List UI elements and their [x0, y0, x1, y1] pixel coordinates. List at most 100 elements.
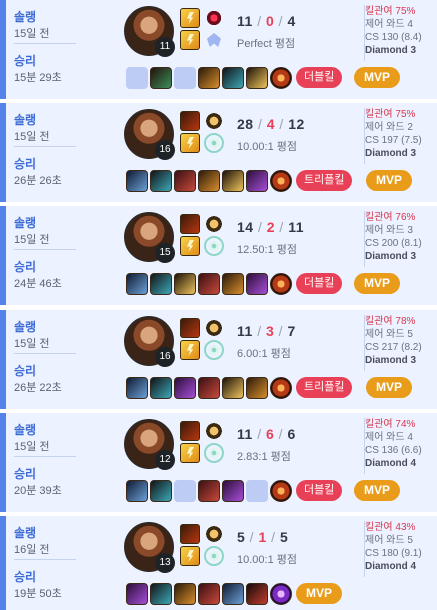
item-icon[interactable] [198, 170, 220, 192]
summoner-spell-flash-icon[interactable] [180, 236, 200, 256]
keystone-rune-conqueror-icon[interactable] [204, 524, 224, 544]
summoner-spell-flash-icon[interactable] [180, 340, 200, 360]
champion-portrait[interactable]: 16 [124, 316, 175, 367]
average-tier: Diamond 3 [365, 251, 417, 262]
summoner-spell-ignite-icon[interactable] [180, 318, 200, 338]
item-icon[interactable] [198, 67, 220, 89]
keystone-rune-electrocute-icon[interactable] [204, 8, 224, 28]
item-icon[interactable] [150, 273, 172, 295]
item-icon[interactable] [174, 170, 196, 192]
match-card[interactable]: 솔랭 15일 전 승리 20분 39초 12 11 / 6 / 6 2.83:1 평점 킬관여… [0, 413, 437, 512]
item-icon[interactable] [126, 170, 148, 192]
secondary-rune-resolve-icon[interactable] [204, 133, 224, 153]
item-icon[interactable] [174, 273, 196, 295]
secondary-rune-inspiration-icon[interactable] [204, 30, 224, 50]
empty-item-slot[interactable] [246, 480, 268, 502]
secondary-rune-resolve-icon[interactable] [204, 443, 224, 463]
kill-participation: 킬관여 75% [365, 109, 416, 120]
divider [14, 456, 76, 457]
item-icon[interactable] [198, 273, 220, 295]
trinket-item-icon[interactable] [270, 480, 292, 502]
control-wards: 제어 와드 5 [365, 329, 413, 340]
average-tier: Diamond 4 [365, 458, 417, 469]
summoner-spell-ignite-icon[interactable] [180, 421, 200, 441]
item-icon[interactable] [198, 377, 220, 399]
item-icon[interactable] [246, 377, 268, 399]
keystone-rune-conqueror-icon[interactable] [204, 214, 224, 234]
kill-participation: 킬관여 75% [365, 6, 416, 17]
average-tier: Diamond 3 [365, 148, 417, 159]
empty-item-slot[interactable] [126, 67, 148, 89]
item-icon[interactable] [222, 377, 244, 399]
item-icon[interactable] [222, 273, 244, 295]
keystone-rune-conqueror-icon[interactable] [204, 318, 224, 338]
item-icon[interactable] [222, 583, 244, 605]
summoner-spell-flash-icon[interactable] [180, 8, 200, 28]
trinket-item-icon[interactable] [270, 273, 292, 295]
trinket-item-icon[interactable] [270, 170, 292, 192]
item-icon[interactable] [198, 480, 220, 502]
secondary-rune-resolve-icon[interactable] [204, 236, 224, 256]
item-icon[interactable] [150, 583, 172, 605]
match-card[interactable]: 솔랭 15일 전 승리 24분 46초 15 14 / 2 / 11 12.50:1 평점 킬… [0, 206, 437, 305]
multikill-badge: 더블킬 [296, 273, 343, 294]
item-icon[interactable] [150, 480, 172, 502]
match-meta: 솔랭 15일 전 승리 20분 39초 [10, 413, 110, 512]
item-icon[interactable] [126, 480, 148, 502]
trinket-item-icon[interactable] [270, 583, 292, 605]
item-icon[interactable] [126, 273, 148, 295]
item-icon[interactable] [246, 583, 268, 605]
match-card[interactable]: 솔랭 15일 전 승리 26분 26초 16 28 / 4 / 12 10.00:1 평점 킬… [0, 103, 437, 202]
match-meta: 솔랭 15일 전 승리 26분 26초 [10, 103, 110, 202]
item-icon[interactable] [222, 480, 244, 502]
summoner-spell-flash-icon[interactable] [180, 133, 200, 153]
champion-portrait[interactable]: 13 [124, 522, 175, 573]
trinket-item-icon[interactable] [270, 377, 292, 399]
item-icon[interactable] [126, 583, 148, 605]
match-card[interactable]: 솔랭 15일 전 승리 26분 22초 16 11 / 3 / 7 6.00:1 평점 킬관여… [0, 310, 437, 409]
empty-item-slot[interactable] [174, 480, 196, 502]
item-icon[interactable] [150, 67, 172, 89]
match-duration: 20분 39초 [14, 485, 62, 497]
keystone-rune-conqueror-icon[interactable] [204, 111, 224, 131]
item-icon[interactable] [174, 377, 196, 399]
match-duration: 15분 29초 [14, 72, 62, 84]
assists: 11 [288, 219, 305, 235]
kills: 11 [237, 426, 253, 442]
item-icon[interactable] [198, 583, 220, 605]
keystone-rune-conqueror-icon[interactable] [204, 421, 224, 441]
summoner-spell-flash-icon[interactable] [180, 546, 200, 566]
match-result: 승리 [14, 260, 37, 274]
match-stats: 킬관여 43% 제어 와드 5 CS 180 (9.1) Diamond 4 [364, 521, 437, 577]
champion-level: 16 [155, 347, 175, 367]
item-icon[interactable] [150, 170, 172, 192]
kda-separator: / [252, 426, 266, 442]
match-card[interactable]: 솔랭 16일 전 승리 19분 50초 13 5 / 1 / 5 10.00:1 평점 킬관여… [0, 516, 437, 610]
empty-item-slot[interactable] [174, 67, 196, 89]
summoner-spell-flash-icon[interactable] [180, 443, 200, 463]
summoner-spell-ignite-icon[interactable] [180, 111, 200, 131]
item-icon[interactable] [222, 67, 244, 89]
summoner-spell-ignite-icon[interactable] [180, 214, 200, 234]
item-icon[interactable] [222, 170, 244, 192]
kda-separator: / [253, 116, 267, 132]
champion-portrait[interactable]: 11 [124, 6, 175, 57]
match-card[interactable]: 솔랭 15일 전 승리 15분 29초 11 11 / 0 / 4 Perfect 평점 킬관… [0, 0, 437, 99]
trinket-item-icon[interactable] [270, 67, 292, 89]
champion-portrait[interactable]: 16 [124, 109, 175, 160]
secondary-rune-resolve-icon[interactable] [204, 340, 224, 360]
item-icon[interactable] [246, 273, 268, 295]
item-icon[interactable] [150, 377, 172, 399]
summoner-spell-flash-icon[interactable] [180, 30, 200, 50]
match-meta: 솔랭 16일 전 승리 19분 50초 [10, 516, 110, 610]
item-icon[interactable] [174, 583, 196, 605]
kill-participation: 킬관여 74% [365, 419, 416, 430]
secondary-rune-resolve-icon[interactable] [204, 546, 224, 566]
item-icon[interactable] [246, 67, 268, 89]
queue-type: 솔랭 [14, 320, 37, 334]
champion-portrait[interactable]: 15 [124, 212, 175, 263]
item-icon[interactable] [126, 377, 148, 399]
champion-portrait[interactable]: 12 [124, 419, 175, 470]
summoner-spell-ignite-icon[interactable] [180, 524, 200, 544]
item-icon[interactable] [246, 170, 268, 192]
